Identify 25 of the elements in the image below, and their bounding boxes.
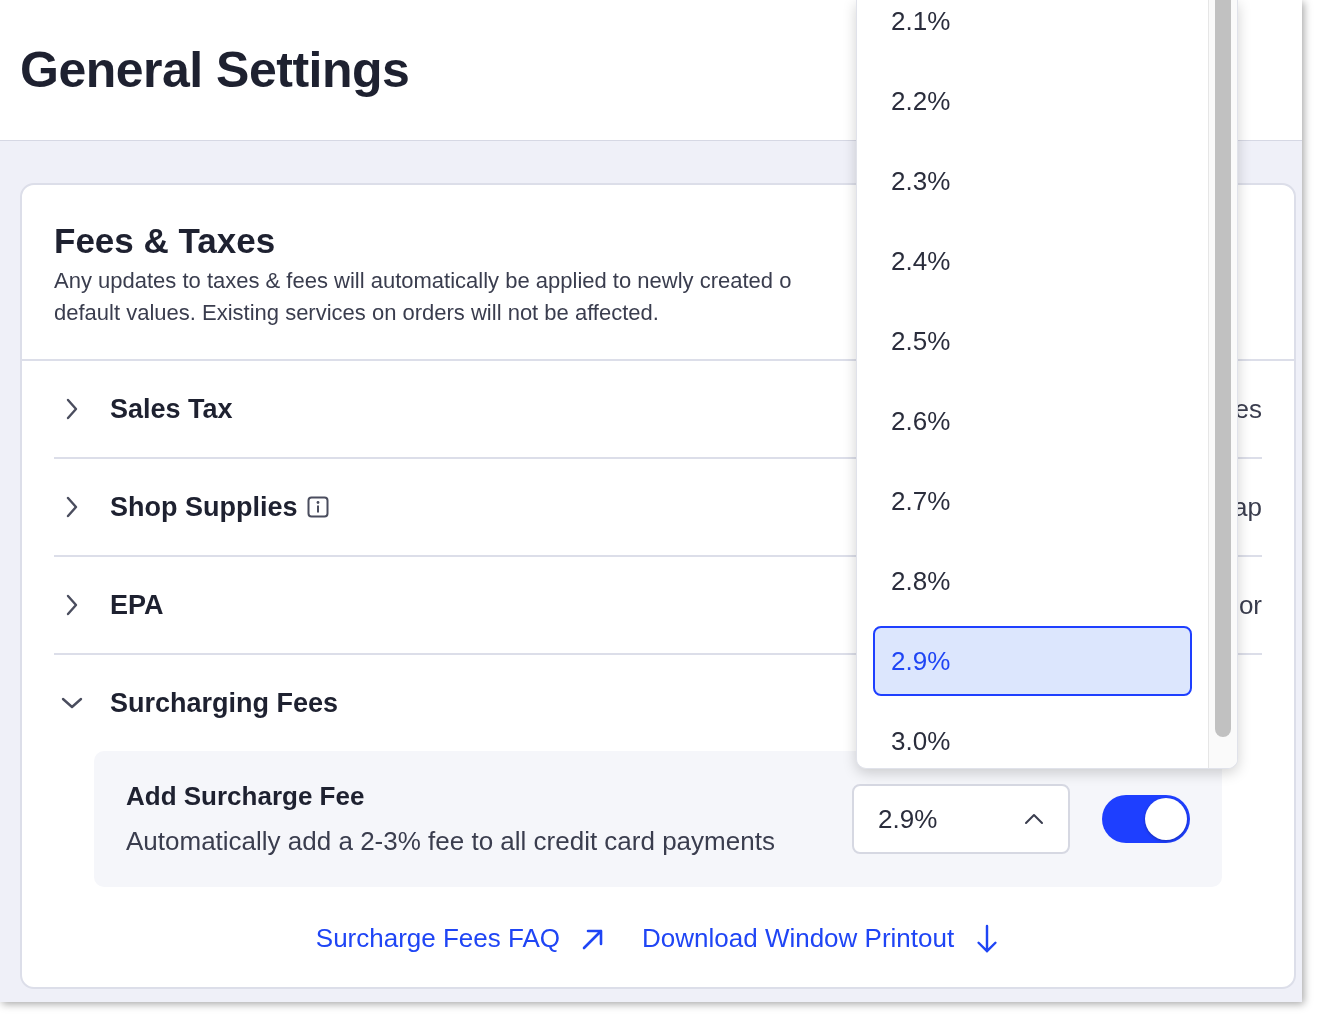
setting-description: Automatically add a 2-3% fee to all credit card payments — [126, 826, 776, 857]
section-title[interactable]: EPA — [110, 589, 164, 621]
page-title: General Settings — [20, 41, 410, 99]
section-value-fragment: or — [1238, 589, 1262, 621]
scrollbar[interactable] — [1208, 0, 1237, 768]
info-icon[interactable] — [306, 496, 329, 518]
dropdown-option[interactable]: 2.3% — [873, 141, 1192, 221]
percent-select[interactable]: 2.9% — [852, 784, 1070, 854]
dropdown-option[interactable]: 2.7% — [873, 461, 1192, 541]
section-title[interactable]: Shop Supplies — [110, 491, 298, 523]
dropdown-option[interactable]: 2.2% — [873, 61, 1192, 141]
dropdown-option[interactable]: 2.5% — [873, 301, 1192, 381]
card-description: Any updates to taxes & fees will automatically be applied to newly created o default values. Existing services on orders will not be affected. — [54, 267, 792, 327]
dropdown-option[interactable]: 2.9% — [873, 626, 1192, 696]
dropdown-option[interactable]: 3.0% — [873, 701, 1192, 768]
link[interactable]: Surcharge Fees FAQ — [315, 923, 607, 954]
dropdown-option[interactable]: 2.4% — [873, 221, 1192, 301]
link[interactable]: Download Window Printout — [642, 923, 1001, 954]
dropdown-option[interactable]: 2.8% — [873, 541, 1192, 621]
dropdown-option[interactable]: 2.1% — [873, 0, 1192, 61]
section-title[interactable]: Sales Tax — [110, 393, 233, 425]
setting-title: Add Surcharge Fee — [126, 781, 366, 812]
section-title[interactable]: Surcharging Fees — [110, 687, 339, 719]
dropdown-option[interactable]: 2.6% — [873, 381, 1192, 461]
surcharge-toggle[interactable] — [1102, 795, 1190, 843]
